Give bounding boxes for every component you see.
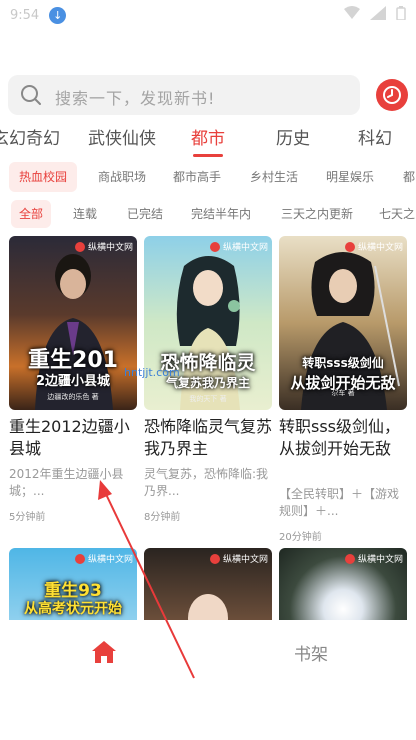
filter-updated-7days[interactable]: 七天之 — [371, 200, 416, 228]
pill-business[interactable]: 商战职场 — [88, 162, 156, 192]
book-update-time: 20分钟前 — [279, 532, 322, 543]
pill-campus[interactable]: 热血校园 — [9, 162, 78, 192]
publisher-badge: 纵横中文网 — [344, 240, 403, 253]
book-update-time: 8分钟前 — [144, 512, 181, 523]
cover-author: 尕车 著 — [331, 389, 355, 397]
cover-title-line2: 从高考状元开始 — [24, 601, 122, 617]
cover-title-line2: 2边疆小县城 — [35, 374, 111, 389]
search-row: 搜索一下，发现新书! — [8, 75, 408, 117]
app-screen: 9:54 ↓ 搜索一下，发现新书! 玄幻奇幻 武侠仙侠 都市 历史 科幻 热血校… — [0, 0, 416, 740]
tab-urban[interactable]: 都市 — [191, 124, 225, 149]
tab-scifi[interactable]: 科幻 — [358, 124, 392, 149]
subcategory-pills: 热血校园 商战职场 都市高手 乡村生活 明星娱乐 都 — [0, 162, 416, 194]
tab-fantasy[interactable]: 玄幻奇幻 — [0, 124, 60, 149]
status-icons — [344, 6, 406, 20]
search-input[interactable]: 搜索一下，发现新书! — [8, 75, 360, 115]
active-tab-indicator — [193, 154, 223, 157]
book-cover: 纵横中文网 转职sss级剑仙 从拔剑开始无敌 尕车 著 — [279, 236, 407, 410]
pill-rural[interactable]: 乡村生活 — [240, 162, 308, 192]
book-description: 灵气复苏，恐怖降临:我乃界... — [144, 467, 269, 498]
category-tabs: 玄幻奇幻 武侠仙侠 都市 历史 科幻 — [0, 124, 416, 164]
status-bar: 9:54 ↓ — [0, 0, 416, 30]
filter-completed-half-year[interactable]: 完结半年内 — [183, 200, 259, 228]
wifi-icon — [344, 6, 360, 19]
signal-icon — [370, 6, 386, 20]
publisher-badge: 纵横中文网 — [344, 552, 403, 565]
cover-title-line1: 转职sss级剑仙 — [302, 356, 384, 370]
tab-wuxia[interactable]: 武侠仙侠 — [88, 124, 156, 149]
filter-all[interactable]: 全部 — [11, 200, 52, 228]
book-card[interactable]: 纵横中文网 重生201 2边疆小县城 边疆改的乐色 著 重生2012边疆小县城 … — [9, 236, 137, 523]
history-button[interactable] — [376, 79, 408, 111]
book-description: 2012年重生边疆小县城；... — [9, 467, 124, 498]
filter-completed[interactable]: 已完结 — [119, 200, 171, 228]
cover-author: 边疆改的乐色 著 — [47, 393, 99, 401]
home-icon[interactable] — [90, 638, 118, 666]
pill-urban-master[interactable]: 都市高手 — [163, 162, 231, 192]
book-card[interactable]: 纵横中文网 转职sss级剑仙 从拔剑开始无敌 尕车 著 转职sss级剑仙，从拔剑… — [279, 236, 407, 543]
watermark-text: hntjjt.com — [124, 366, 180, 379]
publisher-badge: 纵横中文网 — [74, 552, 133, 565]
book-update-time: 5分钟前 — [9, 512, 46, 523]
publisher-badge: 纵横中文网 — [209, 552, 268, 565]
filter-updated-3days[interactable]: 三天之内更新 — [273, 200, 361, 228]
book-card[interactable]: 纵横中文网 恐怖降临灵 气复苏我乃界主 我的天下 著 恐怖降临灵气复苏我乃界主 … — [144, 236, 272, 523]
book-title: 重生2012边疆小县城 — [9, 417, 130, 458]
clock-icon — [383, 86, 401, 104]
pill-celebrity[interactable]: 明星娱乐 — [316, 162, 384, 192]
search-placeholder: 搜索一下，发现新书! — [55, 89, 216, 108]
publisher-badge: 纵横中文网 — [74, 240, 133, 253]
status-time: 9:54 — [10, 7, 40, 23]
book-title: 恐怖降临灵气复苏我乃界主 — [144, 417, 272, 458]
cover-author: 我的天下 著 — [189, 395, 227, 403]
status-filters: 全部 连载 已完结 完结半年内 三天之内更新 七天之 — [0, 200, 416, 230]
search-icon — [21, 85, 41, 105]
filter-ongoing[interactable]: 连载 — [65, 200, 105, 228]
book-card[interactable]: 纵横中文网 — [279, 548, 407, 620]
publisher-badge: 纵横中文网 — [209, 240, 268, 253]
nav-bookshelf[interactable]: 书架 — [294, 640, 328, 665]
pill-more[interactable]: 都 — [393, 162, 416, 192]
download-icon: ↓ — [49, 6, 67, 24]
book-title: 转职sss级剑仙，从拔剑开始无敌 — [279, 417, 401, 458]
book-card[interactable]: 纵横中文网 重生93 从高考状元开始 — [9, 548, 137, 620]
book-card[interactable]: 纵横中文网 — [144, 548, 272, 620]
book-description: 【全民转职】＋【游戏规则】＋... — [279, 487, 400, 518]
bottom-nav: 书架 — [0, 620, 416, 690]
battery-icon — [396, 6, 406, 20]
book-cover: 纵横中文网 恐怖降临灵 气复苏我乃界主 我的天下 著 — [144, 236, 272, 410]
book-cover: 纵横中文网 重生201 2边疆小县城 边疆改的乐色 著 — [9, 236, 137, 410]
tab-history[interactable]: 历史 — [276, 124, 310, 149]
